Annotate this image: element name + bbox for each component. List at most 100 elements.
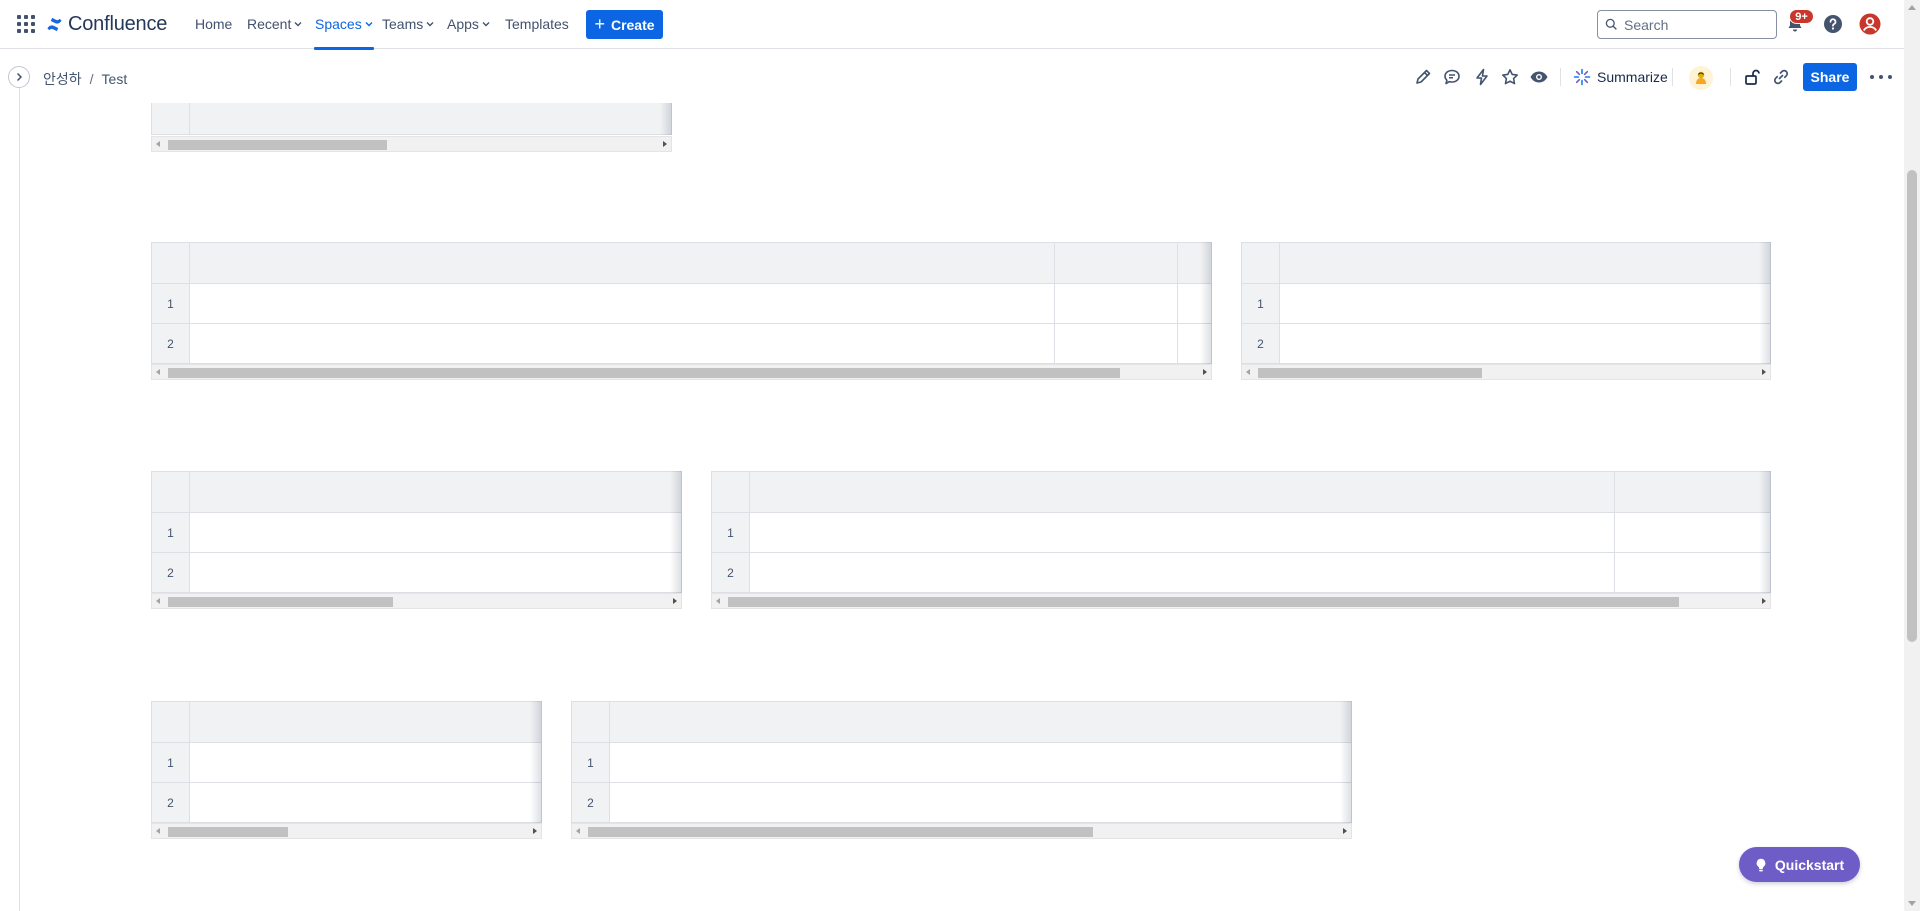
table-grid [151, 103, 672, 135]
table-cell[interactable] [750, 553, 1615, 593]
star-icon[interactable] [1500, 67, 1520, 87]
expand-sidebar-button[interactable] [8, 66, 30, 88]
scroll-down-arrow[interactable] [1908, 901, 1916, 906]
scroll-right-arrow[interactable] [1762, 598, 1766, 604]
table-header-cell[interactable] [190, 702, 542, 743]
edit-icon[interactable] [1413, 67, 1433, 87]
more-icon[interactable] [1870, 67, 1892, 87]
table-6: 1 2 [151, 701, 542, 841]
table-5: 1 2 [711, 471, 1771, 611]
share-button[interactable]: Share [1803, 63, 1857, 91]
scrollbar-thumb[interactable] [728, 597, 1679, 607]
table-header-cell[interactable] [1280, 243, 1771, 284]
table-header-cell[interactable] [610, 702, 1352, 743]
table-cell[interactable] [1280, 284, 1771, 324]
scrollbar-thumb[interactable] [168, 827, 288, 837]
breadcrumb-separator: / [89, 71, 94, 87]
table-cell[interactable] [1055, 324, 1178, 364]
nav-teams[interactable]: Teams [382, 16, 434, 32]
help-icon[interactable] [1823, 14, 1843, 34]
table-cell[interactable] [190, 743, 542, 783]
table-horizontal-scrollbar[interactable] [151, 823, 542, 839]
restrictions-icon[interactable] [1742, 67, 1762, 87]
table-horizontal-scrollbar[interactable] [571, 823, 1352, 839]
scroll-left-arrow[interactable] [156, 828, 160, 834]
table-horizontal-scrollbar[interactable] [151, 364, 1212, 380]
profile-icon[interactable] [1859, 13, 1881, 35]
scroll-left-arrow[interactable] [156, 598, 160, 604]
search-input[interactable] [1624, 16, 1764, 33]
watch-icon[interactable] [1529, 67, 1549, 87]
table-cell[interactable] [190, 284, 1055, 324]
table-cell[interactable] [190, 513, 682, 553]
confluence-logo[interactable]: Confluence [46, 12, 167, 36]
scroll-right-arrow[interactable] [1343, 828, 1347, 834]
table-header-cell[interactable] [1615, 472, 1771, 513]
table-row: 2 [152, 324, 1212, 364]
comment-icon[interactable] [1442, 67, 1462, 87]
copy-link-icon[interactable] [1771, 67, 1791, 87]
table-cell[interactable] [190, 783, 542, 823]
scroll-left-arrow[interactable] [156, 369, 160, 375]
toolbar-separator [1730, 68, 1731, 86]
scroll-right-arrow[interactable] [663, 141, 667, 147]
scroll-left-arrow[interactable] [156, 141, 160, 147]
table-cell[interactable] [1615, 513, 1771, 553]
automation-icon[interactable] [1472, 67, 1492, 87]
table-cell[interactable] [190, 553, 682, 593]
scrollbar-thumb[interactable] [1258, 368, 1482, 378]
table-cell[interactable] [750, 513, 1615, 553]
nav-spaces[interactable]: Spaces [314, 16, 374, 50]
page-vertical-scrollbar[interactable] [1904, 0, 1920, 911]
table-cell[interactable] [190, 324, 1055, 364]
table-header-cell[interactable] [1055, 243, 1178, 284]
avatar[interactable] [1689, 66, 1713, 90]
table-cell[interactable] [610, 783, 1352, 823]
scroll-right-arrow[interactable] [673, 598, 677, 604]
chevron-down-icon [482, 22, 490, 27]
breadcrumb-space[interactable]: 안성하 [43, 69, 82, 89]
table-header-cell[interactable] [190, 243, 1055, 284]
scroll-left-arrow[interactable] [716, 598, 720, 604]
scrollbar-thumb[interactable] [1907, 170, 1917, 642]
nav-spaces-label: Spaces [315, 16, 362, 32]
scrollbar-thumb[interactable] [168, 140, 387, 150]
scrollbar-thumb[interactable] [588, 827, 1093, 837]
nav-recent[interactable]: Recent [247, 16, 302, 32]
table-header-cell[interactable] [1178, 243, 1212, 284]
table-grid: 1 2 [711, 471, 1771, 593]
scroll-up-arrow[interactable] [1908, 5, 1916, 10]
breadcrumb-page[interactable]: Test [102, 71, 128, 87]
row-number-cell: 2 [572, 783, 610, 823]
scroll-left-arrow[interactable] [1246, 369, 1250, 375]
nav-apps[interactable]: Apps [447, 16, 490, 32]
nav-home[interactable]: Home [195, 16, 232, 32]
table-horizontal-scrollbar[interactable] [151, 136, 672, 152]
table-header-cell[interactable] [190, 103, 672, 135]
scroll-right-arrow[interactable] [1203, 369, 1207, 375]
table-cell[interactable] [610, 743, 1352, 783]
search-field[interactable] [1597, 10, 1777, 39]
scroll-left-arrow[interactable] [576, 828, 580, 834]
nav-templates[interactable]: Templates [505, 16, 569, 32]
table-header-cell[interactable] [750, 472, 1615, 513]
scrollbar-thumb[interactable] [168, 597, 393, 607]
app-switcher-icon[interactable] [17, 15, 35, 33]
summarize-button[interactable]: Summarize [1573, 66, 1668, 88]
table-cell[interactable] [1178, 284, 1212, 324]
table-header-row [572, 702, 1352, 743]
scrollbar-thumb[interactable] [168, 368, 1120, 378]
table-cell[interactable] [1280, 324, 1771, 364]
nav-recent-label: Recent [247, 16, 292, 32]
scroll-right-arrow[interactable] [533, 828, 537, 834]
quickstart-button[interactable]: Quickstart [1739, 847, 1860, 882]
table-cell[interactable] [1178, 324, 1212, 364]
table-cell[interactable] [1615, 553, 1771, 593]
scroll-right-arrow[interactable] [1762, 369, 1766, 375]
create-button[interactable]: + Create [586, 10, 663, 39]
table-horizontal-scrollbar[interactable] [1241, 364, 1771, 380]
table-header-cell[interactable] [190, 472, 682, 513]
table-horizontal-scrollbar[interactable] [151, 593, 682, 609]
table-horizontal-scrollbar[interactable] [711, 593, 1771, 609]
table-cell[interactable] [1055, 284, 1178, 324]
